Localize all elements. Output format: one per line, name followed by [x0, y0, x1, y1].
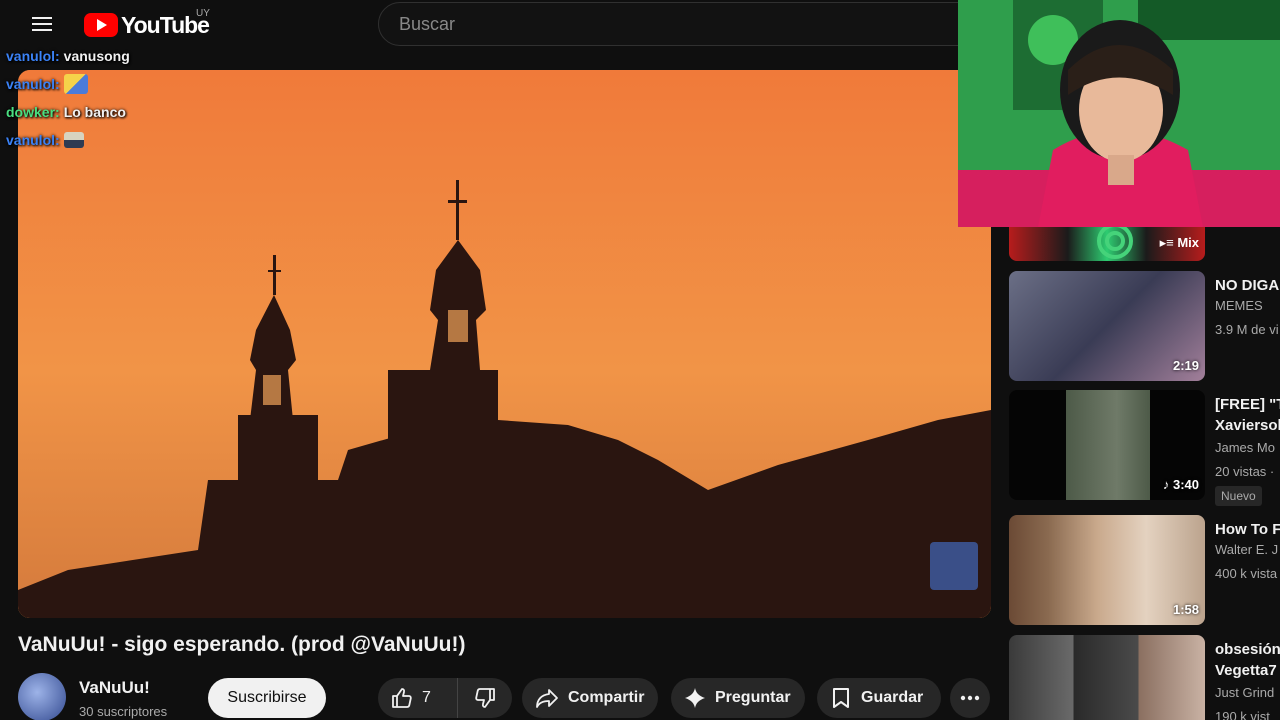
dislike-button[interactable] — [458, 678, 512, 718]
channel-name: James Mo — [1215, 440, 1275, 455]
save-label: Guardar — [861, 689, 924, 706]
video-duration: 1:58 — [1172, 602, 1199, 617]
channel-name: Walter E. J — [1215, 542, 1279, 557]
ask-button[interactable]: Preguntar — [671, 678, 805, 718]
save-button[interactable]: Guardar — [817, 678, 941, 718]
view-count: 3.9 M de vi — [1215, 322, 1279, 337]
title-line-2: Vegetta7 — [1215, 662, 1277, 679]
channel-name: MEMES — [1215, 298, 1263, 313]
mix-badge: ▸≡ Mix — [1160, 235, 1199, 251]
search-box[interactable] — [378, 2, 978, 46]
video-title: [FREE] "T Xaviersol — [1215, 394, 1280, 436]
youtube-logo[interactable]: YouTube — [84, 12, 210, 38]
title-line-2: Xaviersol — [1215, 417, 1280, 434]
channel-watermark[interactable] — [930, 542, 978, 590]
recommendations-sidebar: ▸≡ Mix 2:19 NO DIGA MEMES 3.9 M de vi ♪ … — [1009, 227, 1280, 720]
view-count: 400 k vista — [1215, 566, 1278, 581]
video-title: VaNuUu! - sigo esperando. (prod @VaNuUu!… — [18, 633, 466, 656]
search-input[interactable] — [379, 3, 977, 45]
chat-emote-icon — [63, 74, 88, 94]
chat-message: vanulol: vanusong — [6, 42, 130, 70]
chat-message: vanulol: — [6, 126, 130, 154]
chat-message: vanulol: — [6, 70, 130, 98]
hamburger-menu-icon[interactable] — [24, 12, 60, 40]
video-thumbnail: 2:19 — [1009, 271, 1205, 381]
video-title: How To F — [1215, 521, 1280, 538]
recommended-video[interactable]: 1:58 How To F Walter E. J 400 k vista — [1009, 515, 1280, 627]
chat-overlay: vanulol: vanusong vanulol: dowker: Lo ba… — [6, 42, 130, 154]
chat-username: vanulol: — [6, 132, 60, 148]
more-dots-icon — [960, 695, 980, 701]
chat-username: dowker: — [6, 104, 60, 120]
video-title: obsesión Vegetta7 — [1215, 639, 1280, 681]
recommended-video[interactable]: obsesión Vegetta7 Just Grind 190 k vist — [1009, 635, 1280, 720]
subscriber-count: 30 suscriptores — [79, 704, 168, 719]
video-duration: 2:19 — [1172, 358, 1199, 373]
chat-text: vanusong — [63, 48, 130, 64]
video-frame-image — [18, 70, 991, 618]
chat-username: vanulol: — [6, 48, 60, 64]
playlist-play-icon: ▸≡ — [1159, 235, 1174, 250]
subscribe-button[interactable]: Suscribirse — [208, 678, 326, 718]
youtube-watch-page: YouTube UY Buscar vanulol: vanusong vanu… — [0, 0, 1280, 720]
thumbs-down-icon — [475, 688, 495, 708]
video-thumbnail — [1009, 635, 1205, 720]
more-actions-button[interactable] — [950, 678, 990, 718]
chat-username: vanulol: — [6, 76, 60, 92]
recommended-video[interactable]: ♪ 3:40 [FREE] "T Xaviersol James Mo 20 v… — [1009, 390, 1280, 506]
mix-label: Mix — [1177, 235, 1199, 250]
like-dislike-group: 7 — [378, 678, 512, 718]
sparkle-icon — [685, 688, 705, 708]
title-line-1: [FREE] "T — [1215, 396, 1280, 413]
video-thumbnail: 1:58 — [1009, 515, 1205, 625]
ask-label: Preguntar — [715, 689, 791, 706]
video-player[interactable] — [18, 70, 991, 618]
chat-emote-icon — [63, 132, 84, 148]
channel-name[interactable]: VaNuUu! — [79, 678, 150, 698]
chat-message: dowker: Lo banco — [6, 98, 130, 126]
video-title: NO DIGA — [1215, 277, 1280, 294]
title-line-1: obsesión — [1215, 641, 1280, 658]
video-duration: ♪ 3:40 — [1163, 477, 1199, 492]
video-thumbnail: ♪ 3:40 — [1009, 390, 1205, 500]
channel-name: Just Grind — [1215, 685, 1275, 700]
channel-avatar[interactable] — [18, 673, 66, 720]
recommended-video[interactable]: 2:19 NO DIGA MEMES 3.9 M de vi — [1009, 271, 1280, 383]
thumbs-up-icon — [392, 688, 412, 708]
mix-thumbnail[interactable]: ▸≡ Mix — [1009, 227, 1205, 261]
chat-text: Lo banco — [63, 104, 126, 120]
bookmark-icon — [833, 688, 849, 708]
share-arrow-icon — [536, 689, 558, 708]
view-count: 20 vistas · — [1215, 464, 1275, 479]
like-button[interactable]: 7 — [378, 678, 458, 718]
webcam-overlay — [958, 0, 1280, 227]
music-note-icon: ♪ — [1162, 477, 1170, 492]
share-label: Compartir — [568, 689, 645, 706]
duration-text: 3:40 — [1172, 477, 1199, 492]
like-count: 7 — [422, 689, 431, 706]
new-badge: Nuevo — [1215, 486, 1262, 506]
play-logo-icon — [84, 13, 118, 37]
country-code: UY — [196, 8, 210, 19]
share-button[interactable]: Compartir — [522, 678, 658, 718]
view-count: 190 k vist — [1215, 709, 1270, 720]
streamer-webcam-image — [958, 0, 1280, 227]
